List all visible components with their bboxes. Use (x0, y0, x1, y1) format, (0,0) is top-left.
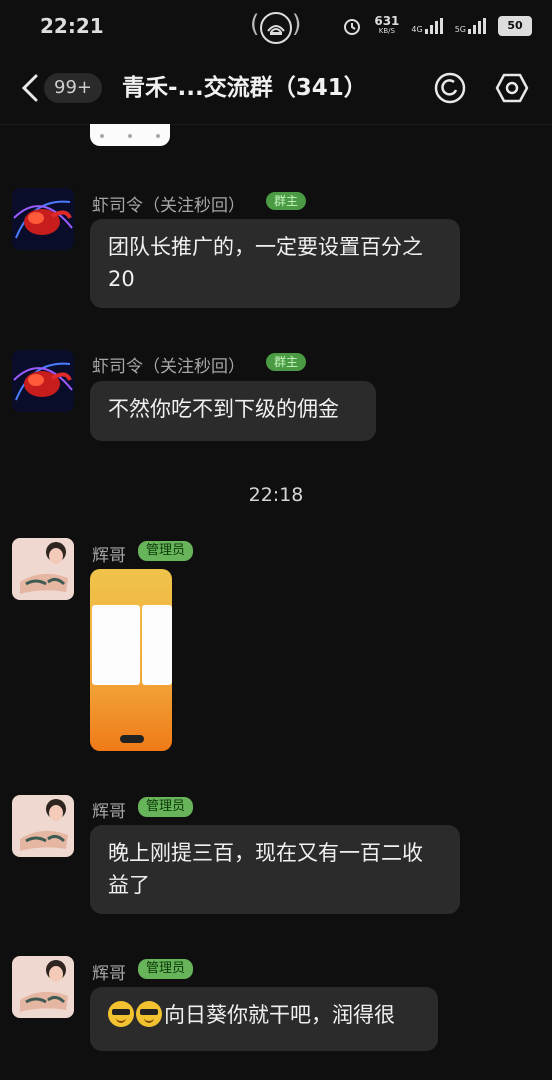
signal-label-2: 5G (454, 25, 466, 34)
avatar[interactable] (12, 350, 74, 412)
role-badge-admin: 管理员 (138, 541, 194, 561)
image-message-partial[interactable] (90, 124, 170, 146)
avatar[interactable] (12, 188, 74, 250)
avatar[interactable] (12, 795, 74, 857)
message-bubble[interactable]: 晚上刚提三百，现在又有一百二收益了 (90, 825, 460, 914)
signal-icon (424, 18, 443, 34)
sender-name: 虾司令（关注秒回） (92, 357, 245, 377)
sender-name: 辉哥 (92, 802, 126, 822)
net-speed: 631 (374, 14, 400, 28)
avatar[interactable] (12, 538, 74, 600)
message-bubble[interactable]: 向日葵你就干吧，润得很 (90, 987, 438, 1051)
cool-sunglasses-emoji-icon (136, 1001, 162, 1027)
unread-badge[interactable]: 99+ (44, 73, 102, 103)
status-paren-right: ) (292, 10, 302, 38)
signal-icon (468, 18, 486, 34)
cool-sunglasses-emoji-icon (108, 1001, 134, 1027)
role-badge-admin: 管理员 (138, 959, 194, 979)
status-time: 22:21 (40, 14, 104, 38)
alarm-icon (344, 19, 361, 35)
role-badge-owner: 群主 (266, 353, 307, 371)
sender-name: 虾司令（关注秒回） (92, 196, 245, 216)
status-bar: 22:21 ( ) 631 KB/S 4G 5G 50 (0, 0, 552, 56)
settings-icon[interactable] (494, 70, 530, 106)
back-arrow-icon[interactable] (18, 72, 42, 104)
avatar[interactable] (12, 956, 74, 1018)
message-text: 向日葵你就干吧，润得很 (164, 1003, 395, 1027)
net-unit: KB/S (378, 27, 395, 35)
battery-icon: 50 (498, 16, 532, 36)
role-badge-owner: 群主 (266, 192, 307, 210)
sender-name: 辉哥 (92, 964, 126, 984)
group-tasks-icon[interactable] (432, 70, 468, 106)
timestamp: 22:18 (248, 484, 304, 506)
page-title[interactable]: 青禾-...交流群（341） (122, 68, 367, 102)
sender-name: 辉哥 (92, 546, 126, 566)
status-icons: 631 KB/S 4G 5G 50 (342, 14, 532, 36)
message-bubble[interactable]: 团队长推广的，一定要设置百分之20 (90, 219, 460, 308)
chat-header: 99+ 青禾-...交流群（341） (0, 56, 552, 125)
message-bubble[interactable]: 不然你吃不到下级的佣金 (90, 381, 376, 441)
signal-label-1: 4G (411, 25, 423, 34)
role-badge-admin: 管理员 (138, 797, 194, 817)
image-message-screenshot[interactable] (90, 569, 172, 751)
